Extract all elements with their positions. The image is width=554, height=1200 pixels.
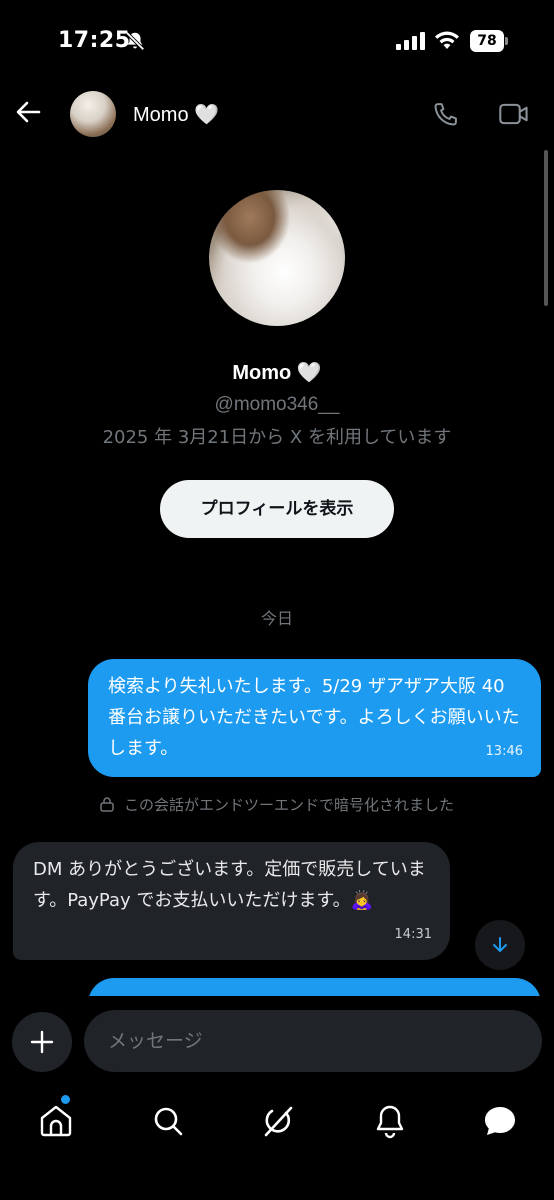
back-arrow-icon[interactable] <box>12 96 44 128</box>
status-bar: 17:25 78 <box>0 0 554 80</box>
message-incoming[interactable]: DM ありがとうございます。定価で販売しています。PayPay でお支払いいただ… <box>13 842 450 960</box>
phone-icon[interactable] <box>432 100 460 128</box>
header-avatar[interactable] <box>70 91 116 137</box>
view-profile-button[interactable]: プロフィールを表示 <box>160 480 394 538</box>
search-icon[interactable] <box>148 1101 188 1141</box>
battery-indicator: 78 <box>470 30 508 52</box>
wifi-icon <box>435 31 459 49</box>
bell-icon[interactable] <box>370 1101 410 1141</box>
battery-cap <box>505 37 508 45</box>
message-text: DM ありがとうございます。定価で販売しています。PayPay でお支払いいただ… <box>33 859 426 911</box>
message-time: 14:31 <box>394 927 432 942</box>
home-notification-dot <box>61 1095 70 1104</box>
bottom-navigation <box>0 1091 554 1200</box>
message-time: 13:46 <box>485 744 523 759</box>
profile-joined-date: 2025 年 3月21日から X を利用しています <box>102 427 452 448</box>
grok-icon[interactable] <box>258 1101 298 1141</box>
date-divider: 今日 <box>260 609 293 628</box>
battery-level: 78 <box>470 30 504 52</box>
scroll-to-bottom-button[interactable] <box>475 920 525 970</box>
message-text: 検索より失礼いたします。5/29 ザアザア大阪 40 番台お譲りいただきたいです… <box>108 676 520 759</box>
add-attachment-button[interactable] <box>12 1012 72 1072</box>
cellular-signal-icon <box>396 32 425 50</box>
scrollbar[interactable] <box>544 150 548 306</box>
bell-off-icon <box>125 31 145 51</box>
message-input[interactable] <box>84 1010 542 1072</box>
encryption-notice: この会話がエンドツーエンドで暗号化されました <box>0 794 554 815</box>
profile-name: Momo 🤍 <box>232 362 322 384</box>
conversation-header: Momo 🤍 <box>0 82 554 148</box>
header-contact-name[interactable]: Momo 🤍 <box>133 102 219 127</box>
lock-icon <box>100 797 114 812</box>
profile-avatar[interactable] <box>209 190 345 326</box>
status-time: 17:25 <box>58 28 131 53</box>
messages-icon[interactable] <box>480 1101 520 1141</box>
video-camera-icon[interactable] <box>498 100 530 128</box>
plus-icon <box>30 1030 54 1054</box>
encryption-notice-text: この会話がエンドツーエンドで暗号化されました <box>123 796 454 814</box>
profile-handle: @momo346__ <box>214 394 340 415</box>
arrow-down-icon <box>493 937 507 952</box>
home-icon[interactable] <box>36 1101 76 1141</box>
message-outgoing[interactable]: 検索より失礼いたします。5/29 ザアザア大阪 40 番台お譲りいただきたいです… <box>88 659 541 777</box>
